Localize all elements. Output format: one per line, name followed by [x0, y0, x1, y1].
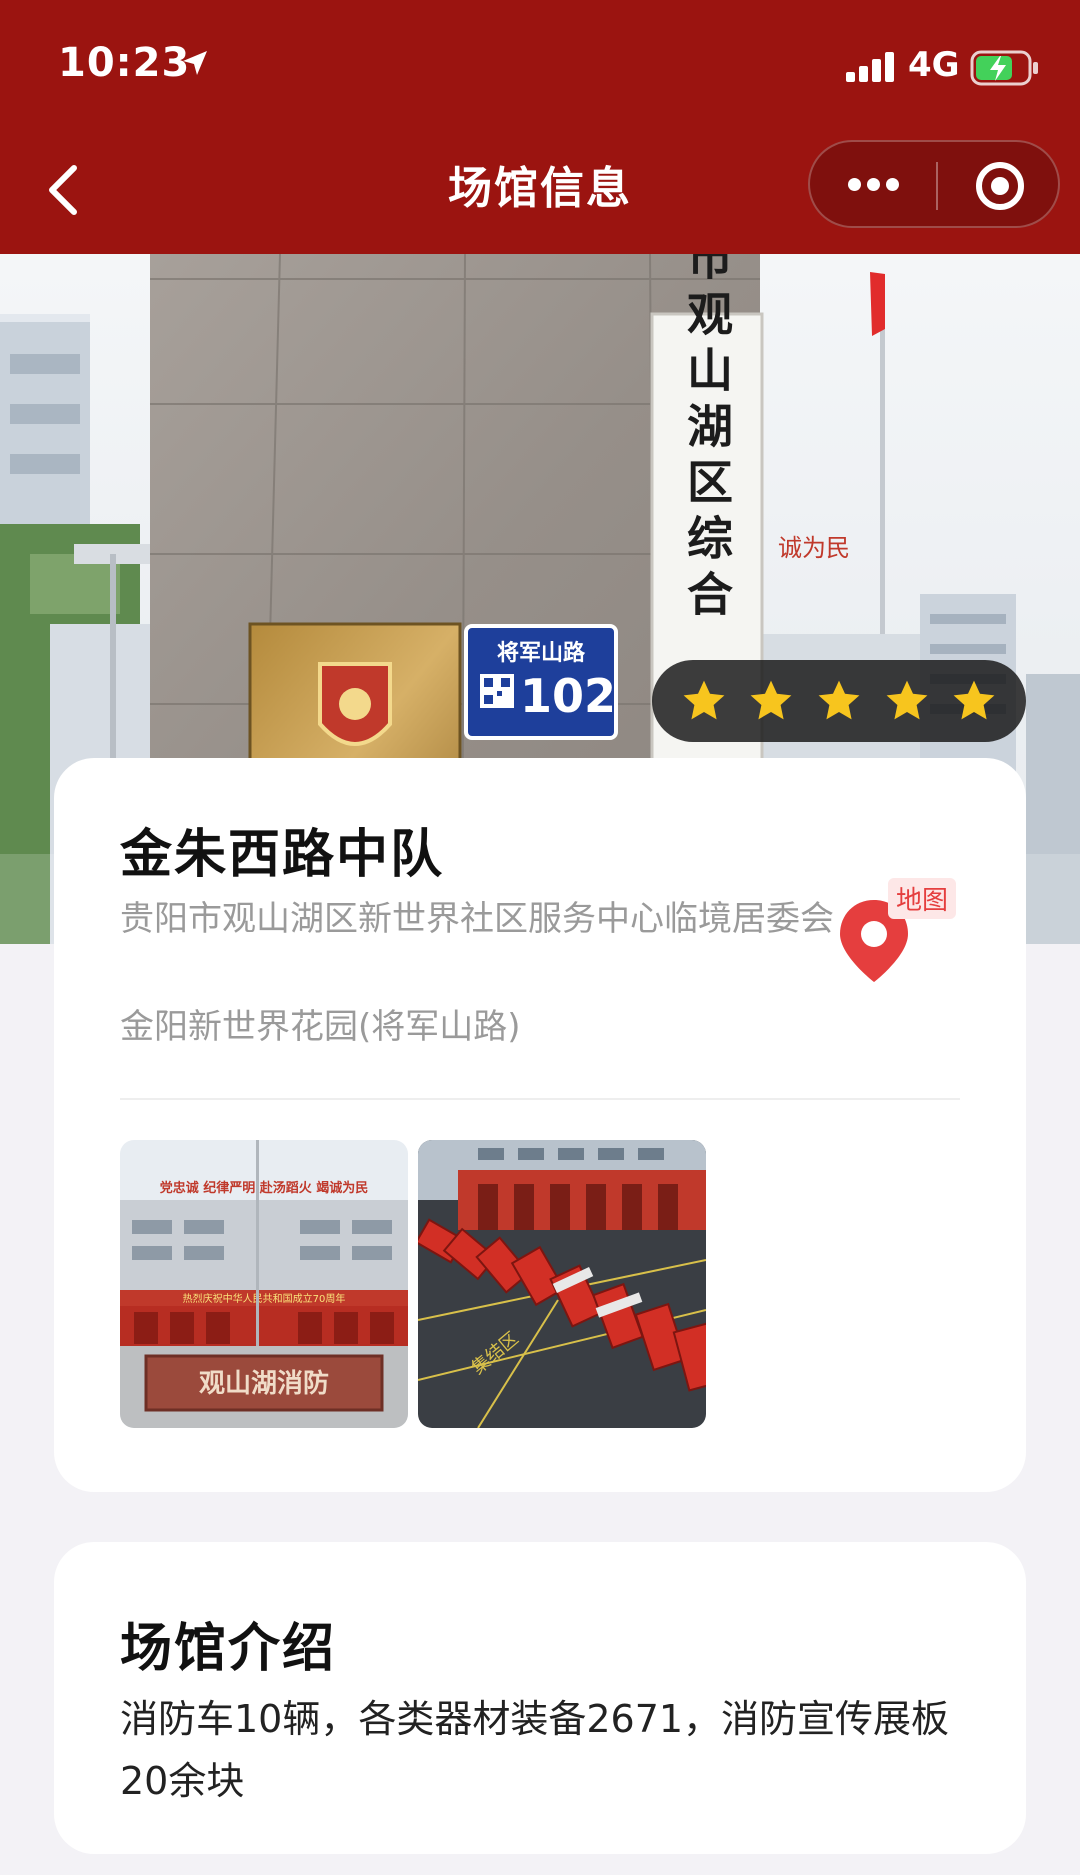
venue-photo-1[interactable]: 党忠诚 纪律严明 赴汤蹈火 竭诚为民 热烈庆祝中华人民共和国成立70周年 观山湖…	[120, 1140, 408, 1428]
location-arrow-icon	[183, 51, 207, 75]
venue-info-card: 金朱西路中队 贵阳市观山湖区新世界社区服务中心临境居委会 金阳新世界花园(将军山…	[54, 758, 1026, 1492]
intro-title: 场馆介绍	[120, 1619, 337, 1679]
map-button[interactable]: 地图	[838, 878, 968, 998]
plate-number: 102	[520, 669, 616, 723]
more-dots-icon	[848, 178, 861, 191]
screen: 10:23 4G 场馆信息 诚为民 贵阳市观山湖区综合 将军山路 102 金朱西…	[0, 0, 1080, 1875]
station-front-image: 党忠诚 纪律严明 赴汤蹈火 竭诚为民 热烈庆祝中华人民共和国成立70周年 观山湖…	[120, 1140, 408, 1428]
top-bar: 10:23 4G 场馆信息	[0, 0, 1080, 254]
vertical-sign-text: 贵阳市观山湖区综合	[680, 254, 734, 626]
photo1-stone-text: 观山湖消防	[199, 1369, 329, 1399]
star-icon	[886, 680, 927, 720]
plate-road-name: 将军山路	[497, 640, 586, 666]
star-icon	[953, 680, 995, 720]
venue-intro-card: 场馆介绍 消防车10辆，各类器材装备2671，消防宣传展板20余块	[54, 1542, 1026, 1854]
venue-address-line1: 贵阳市观山湖区新世界社区服务中心临境居委会	[120, 899, 834, 939]
intro-text: 消防车10辆，各类器材装备2671，消防宣传展板20余块	[120, 1697, 950, 1803]
signal-icon	[846, 52, 896, 82]
fire-trucks-image: 集结区	[418, 1140, 706, 1428]
venue-photo-2[interactable]: 集结区	[418, 1140, 706, 1428]
venue-address-line2: 金阳新世界花园(将军山路)	[120, 1007, 521, 1047]
battery-icon	[970, 50, 1038, 86]
status-time: 10:23	[58, 40, 191, 86]
star-icon	[683, 680, 725, 720]
star-icon	[750, 680, 792, 720]
miniprogram-capsule	[808, 140, 1060, 228]
network-label: 4G	[908, 45, 960, 85]
star-icon	[818, 680, 860, 720]
divider	[120, 1098, 960, 1100]
slogan-text: 诚为民	[778, 534, 850, 562]
more-button[interactable]	[810, 142, 936, 230]
close-miniprogram-button[interactable]	[938, 142, 1062, 230]
star-rating	[652, 660, 1026, 742]
photo1-banner-text: 党忠诚 纪律严明 赴汤蹈火 竭诚为民	[160, 1180, 369, 1196]
map-label: 地图	[888, 878, 957, 919]
venue-name: 金朱西路中队	[120, 825, 445, 885]
photo1-strip-text: 热烈庆祝中华人民共和国成立70周年	[183, 1292, 346, 1305]
